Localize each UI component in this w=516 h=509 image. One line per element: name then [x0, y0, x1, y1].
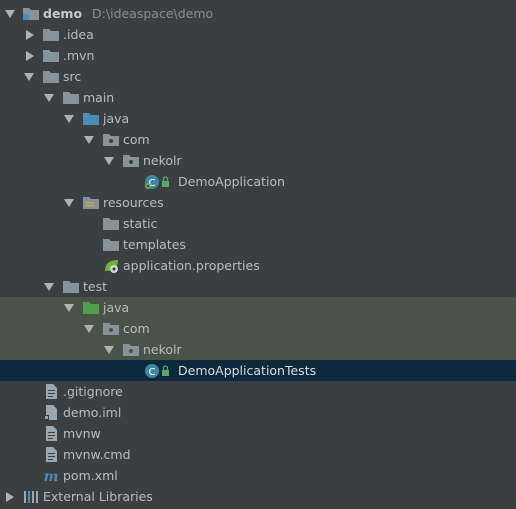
tree-label: nekolr [143, 153, 182, 168]
tree-label: .gitignore [63, 384, 123, 399]
tree-row-main-java[interactable]: java [0, 108, 516, 129]
collapse-arrow-icon[interactable] [24, 73, 34, 81]
collapse-arrow-icon[interactable] [64, 199, 74, 207]
tree-row-mvnw-cmd[interactable]: mvnw.cmd [0, 444, 516, 465]
module-name: demo [43, 6, 83, 21]
tree-row-gitignore[interactable]: .gitignore [0, 381, 516, 402]
collapse-arrow-icon[interactable] [64, 304, 74, 312]
expand-arrow-icon[interactable] [6, 492, 14, 502]
lock-icon [161, 362, 171, 379]
svg-text:m: m [44, 469, 59, 484]
tree-row-test-com[interactable]: com [0, 318, 516, 339]
tree-label: static [123, 216, 158, 231]
package-icon [102, 131, 120, 148]
test-class-icon: C [144, 362, 162, 379]
tree-label: main [83, 90, 115, 105]
tree-label: java [103, 111, 130, 126]
tree-label: pom.xml [63, 468, 118, 483]
text-file-icon [42, 383, 60, 400]
tree-label: resources [103, 195, 164, 210]
text-file-icon [42, 404, 60, 421]
module-folder-icon [22, 5, 40, 22]
expand-arrow-icon[interactable] [26, 51, 34, 61]
tree-label: application.properties [123, 258, 260, 273]
tree-row-templates[interactable]: templates [0, 234, 516, 255]
tree-label: .mvn [63, 48, 95, 63]
folder-icon [42, 47, 60, 64]
tree-label: DemoApplicationTests [178, 363, 317, 378]
collapse-arrow-icon[interactable] [64, 115, 74, 123]
folder-icon [102, 236, 120, 253]
lock-icon [161, 173, 171, 190]
tree-row-idea[interactable]: .idea [0, 24, 516, 45]
project-tree: demo D:\ideaspace\demo .idea .mvn src mai… [0, 0, 516, 509]
package-icon [122, 152, 140, 169]
source-root-icon [82, 110, 100, 127]
collapse-arrow-icon[interactable] [84, 325, 94, 333]
tree-row-application-properties[interactable]: application.properties [0, 255, 516, 276]
folder-icon [42, 68, 60, 85]
collapse-arrow-icon[interactable] [104, 157, 114, 165]
tree-label: src [63, 69, 82, 84]
collapse-arrow-icon[interactable] [44, 94, 54, 102]
tree-label: com [123, 321, 150, 336]
tree-label: mvnw.cmd [63, 447, 131, 462]
tree-label: templates [123, 237, 186, 252]
test-root-icon [82, 299, 100, 316]
text-file-icon [42, 446, 60, 463]
tree-label: com [123, 132, 150, 147]
maven-icon: m [42, 467, 60, 484]
tree-row-main-com[interactable]: com [0, 129, 516, 150]
spring-boot-class-icon: C [144, 173, 162, 190]
tree-label: nekolr [143, 342, 182, 357]
tree-row-external-libraries[interactable]: External Libraries [0, 486, 516, 507]
tree-row-main-nekolr[interactable]: nekolr [0, 150, 516, 171]
tree-row-demo-application[interactable]: C DemoApplication [0, 171, 516, 192]
folder-icon [102, 215, 120, 232]
text-file-icon [42, 425, 60, 442]
tree-row-resources[interactable]: resources [0, 192, 516, 213]
tree-row-demo[interactable]: demo D:\ideaspace\demo [0, 3, 516, 24]
tree-row-mvnw[interactable]: mvnw [0, 423, 516, 444]
tree-label: External Libraries [43, 489, 153, 504]
folder-icon [42, 26, 60, 43]
module-path: D:\ideaspace\demo [92, 6, 214, 21]
libraries-icon [22, 488, 40, 505]
folder-icon [62, 89, 80, 106]
tree-label: mvnw [63, 426, 101, 441]
expand-arrow-icon[interactable] [26, 30, 34, 40]
collapse-arrow-icon[interactable] [84, 136, 94, 144]
collapse-arrow-icon[interactable] [44, 283, 54, 291]
tree-row-demo-iml[interactable]: demo.iml [0, 402, 516, 423]
tree-label: test [83, 279, 108, 294]
tree-row-static[interactable]: static [0, 213, 516, 234]
tree-row-test-nekolr[interactable]: nekolr [0, 339, 516, 360]
resources-root-icon [82, 194, 100, 211]
tree-row-mvn[interactable]: .mvn [0, 45, 516, 66]
spring-config-icon [102, 257, 120, 274]
tree-label: demo.iml [63, 405, 122, 420]
package-icon [102, 320, 120, 337]
tree-row-demo-application-tests[interactable]: C DemoApplicationTests [0, 360, 516, 381]
folder-icon [62, 278, 80, 295]
svg-text:C: C [149, 367, 156, 378]
tree-row-test[interactable]: test [0, 276, 516, 297]
tree-label: .idea [63, 27, 94, 42]
tree-label: java [103, 300, 130, 315]
tree-row-test-java[interactable]: java [0, 297, 516, 318]
tree-row-main[interactable]: main [0, 87, 516, 108]
package-icon [122, 341, 140, 358]
tree-label: DemoApplication [178, 174, 285, 189]
collapse-arrow-icon[interactable] [104, 346, 114, 354]
tree-row-pom[interactable]: m pom.xml [0, 465, 516, 486]
tree-row-src[interactable]: src [0, 66, 516, 87]
collapse-arrow-icon[interactable] [5, 10, 15, 18]
